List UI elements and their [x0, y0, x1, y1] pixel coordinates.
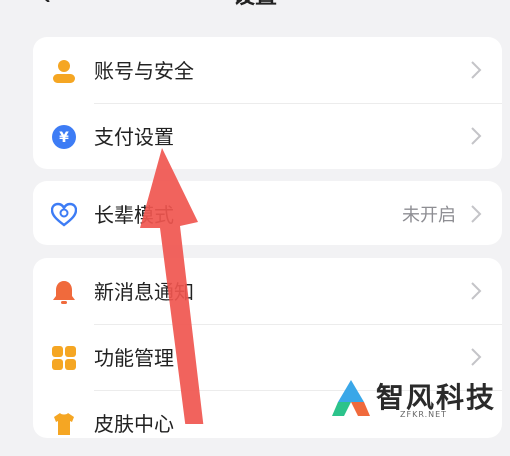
settings-row-label: 支付设置	[94, 125, 174, 149]
header: 设置	[0, 0, 510, 10]
settings-group-elder: 长辈模式 未开启	[33, 181, 502, 245]
chevron-right-icon	[471, 127, 482, 145]
settings-row-label: 功能管理	[94, 346, 174, 370]
chevron-right-icon	[471, 282, 482, 300]
skin-icon	[54, 413, 74, 435]
svg-text:¥: ¥	[59, 130, 69, 146]
settings-row-label: 新消息通知	[94, 280, 194, 304]
settings-row-notifications[interactable]: 新消息通知	[33, 258, 502, 324]
settings-row-label: 账号与安全	[94, 59, 194, 83]
page-title: 设置	[0, 0, 510, 10]
settings-row-account-security[interactable]: 账号与安全	[33, 37, 502, 103]
user-icon	[53, 60, 75, 83]
settings-row-elder-mode[interactable]: 长辈模式 未开启	[33, 181, 502, 247]
settings-row-label: 皮肤中心	[94, 412, 174, 436]
status-text: 未开启	[402, 205, 456, 226]
settings-row-label: 长辈模式	[94, 203, 174, 227]
watermark-subtext: ZFKR.NET	[400, 410, 448, 419]
grid-icon	[52, 346, 76, 370]
chevron-right-icon	[471, 348, 482, 366]
brand-logo-icon	[332, 380, 370, 416]
watermark: 智风科技 ZFKR.NET	[330, 374, 502, 422]
heart-icon	[51, 202, 77, 227]
chevron-right-icon	[471, 205, 482, 223]
settings-row-payment[interactable]: ¥ 支付设置	[33, 103, 502, 169]
chevron-right-icon	[471, 61, 482, 79]
bell-icon	[53, 281, 75, 304]
yuan-icon: ¥	[52, 125, 76, 149]
settings-group-account: 账号与安全 ¥ 支付设置	[33, 37, 502, 169]
